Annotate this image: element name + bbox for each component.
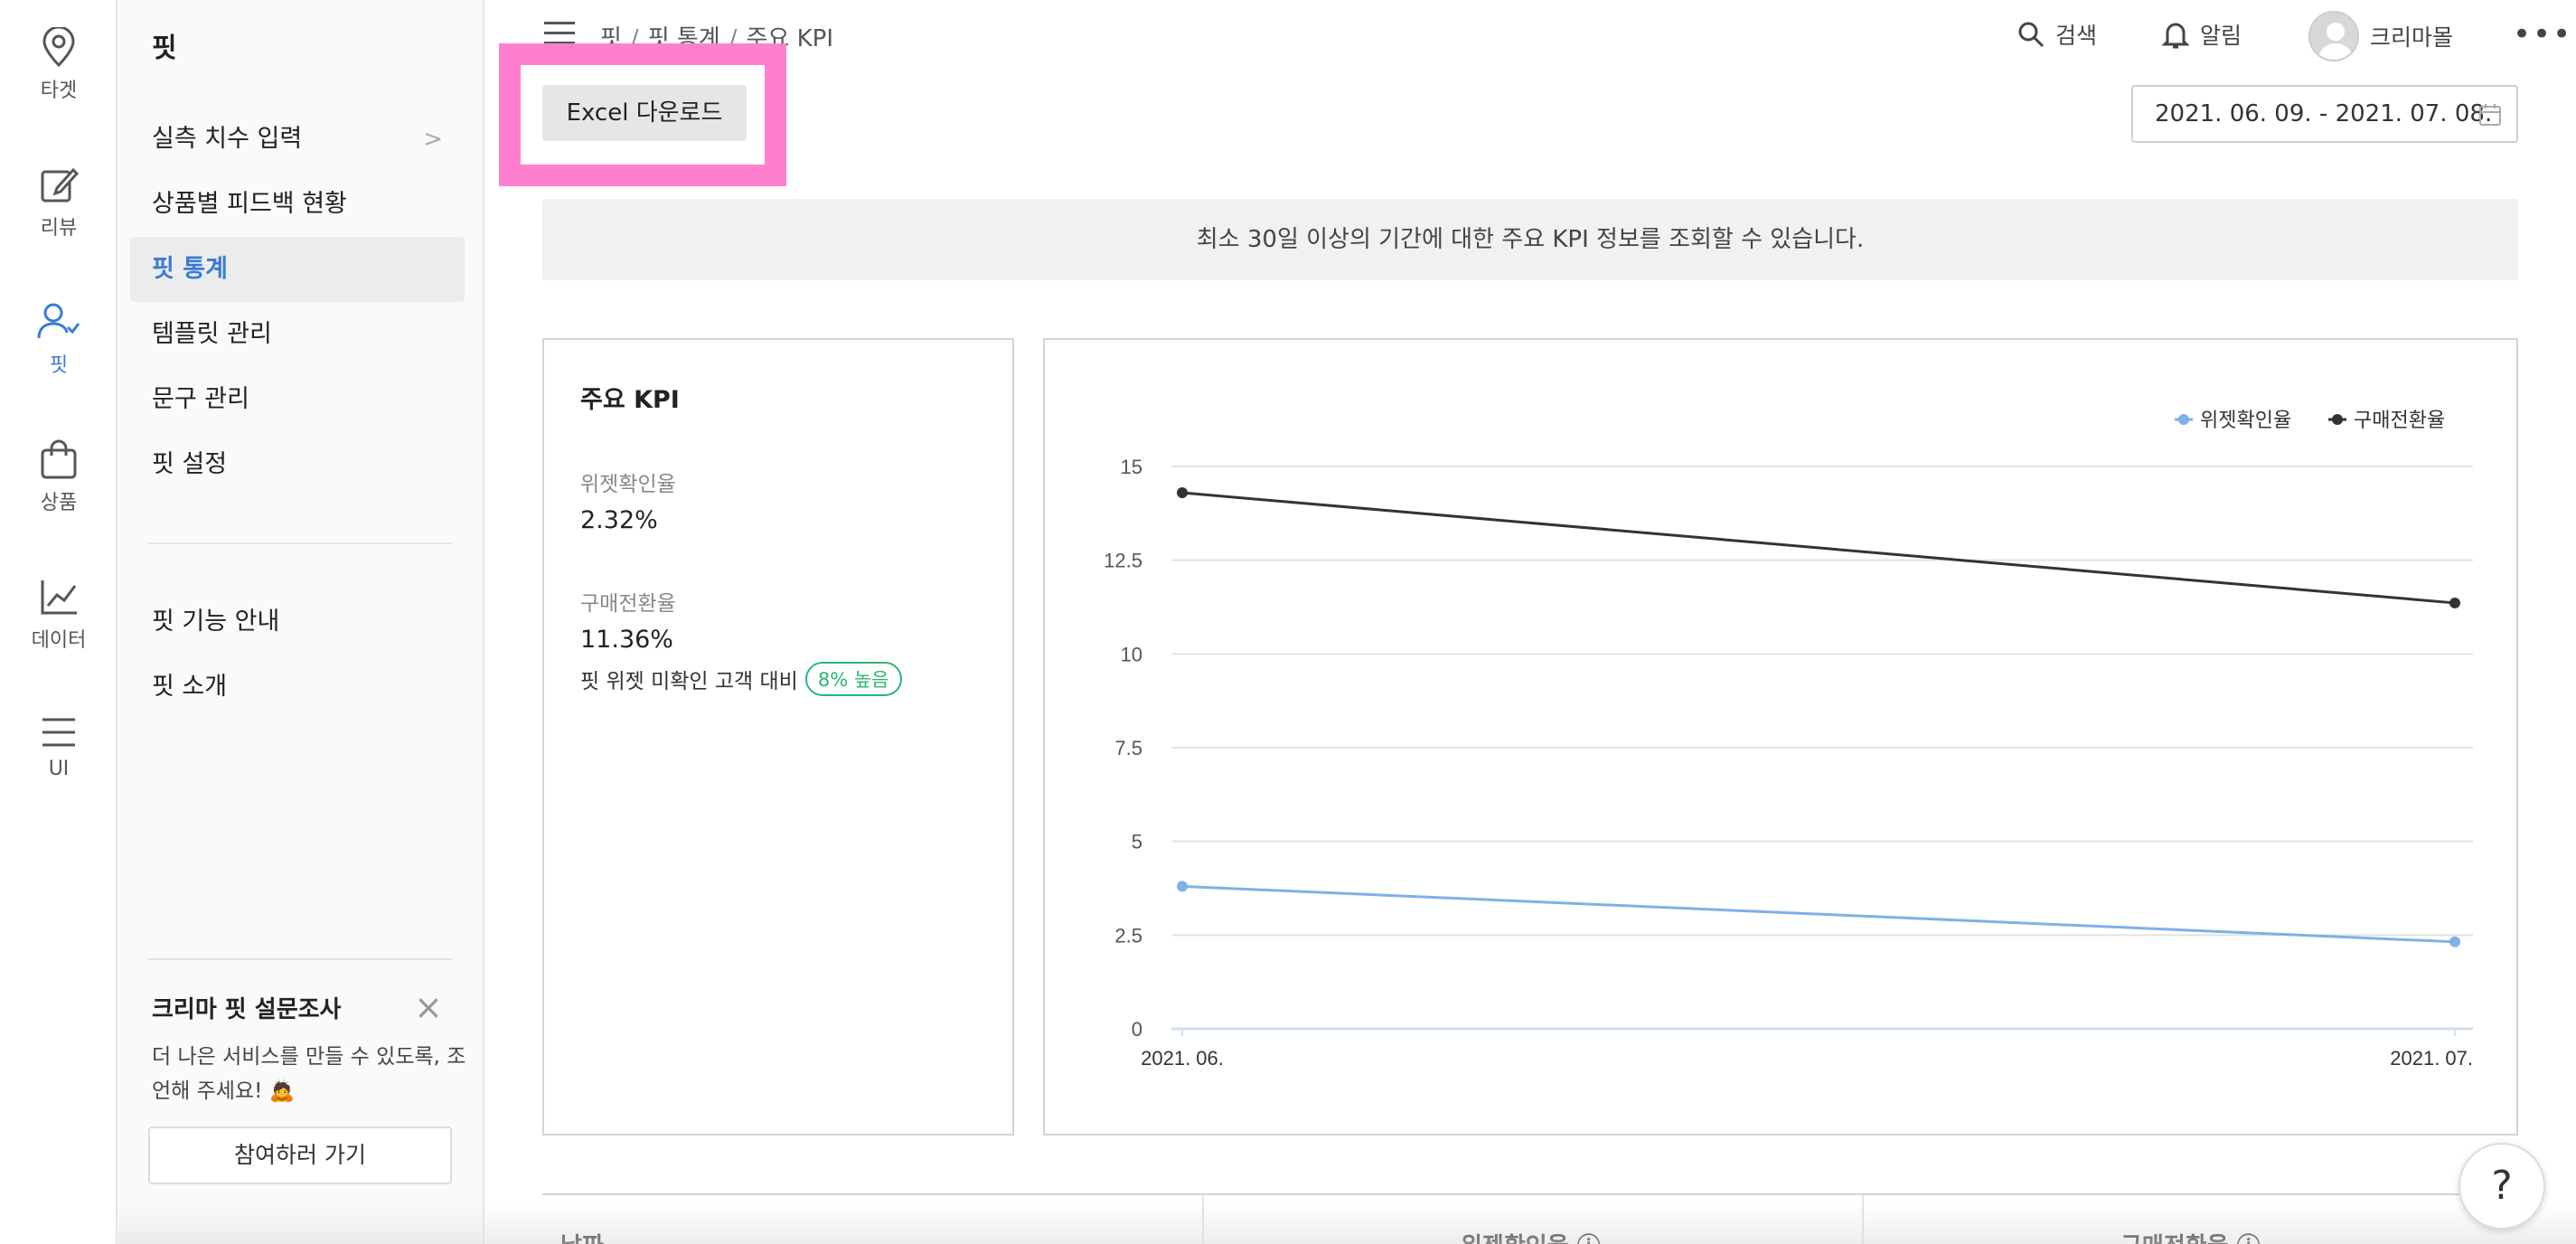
- rail-label: 리뷰: [40, 217, 78, 240]
- menu-icon: [42, 718, 75, 747]
- series-line: [1181, 884, 2456, 944]
- kpi-note: 핏 위젯 미확인 고객 대비 8% 높음: [580, 662, 902, 696]
- chart-svg: 0 2.5 5 7.5 10 12.5 15 2021. 06. 2021. 07. 위젯확인율 구…: [1104, 409, 2473, 1070]
- hamburger-menu-icon[interactable]: [544, 22, 575, 45]
- legend-marker: [2332, 414, 2343, 425]
- table-header-widget-rate: 위젯확인율 ⓘ: [1461, 1228, 1601, 1244]
- nav-item-fit-settings[interactable]: 핏 설정: [130, 432, 465, 497]
- nav-item-fit-guide[interactable]: 핏 기능 안내: [130, 589, 465, 655]
- kpi-summary-card: 주요 KPI 위젯확인율 2.32% 구매전환율 11.36% 핏 위젯 미확인…: [542, 338, 1014, 1136]
- rail-item-target[interactable]: 타겟: [0, 27, 118, 103]
- chevron-right-icon: >: [423, 126, 443, 153]
- close-icon[interactable]: ×: [410, 989, 447, 1025]
- y-tick-label: 15: [1121, 456, 1142, 478]
- conversion-rate-label: 구매전환율: [580, 592, 676, 616]
- table-header-date: 날짜: [560, 1228, 604, 1244]
- survey-title: 크리마 핏 설문조사: [152, 996, 342, 1023]
- nav-item-template[interactable]: 템플릿 관리: [130, 302, 465, 367]
- y-tick-label: 5: [1132, 831, 1142, 853]
- help-button[interactable]: ?: [2458, 1143, 2545, 1230]
- nav-item-label: 핏 소개: [152, 673, 228, 701]
- nav-item-label: 실측 치수 입력: [152, 125, 303, 153]
- search-icon: [2018, 22, 2045, 48]
- nav-item-label: 핏 기능 안내: [152, 608, 280, 636]
- edit-icon: [41, 167, 79, 203]
- more-icon[interactable]: •••: [2513, 16, 2572, 52]
- x-tick-label: 2021. 06.: [1141, 1047, 1224, 1070]
- nav-divider: [148, 958, 452, 960]
- nav-item-label: 문구 관리: [152, 385, 249, 413]
- header-alarm[interactable]: 알림: [2162, 18, 2242, 51]
- rail-item-data[interactable]: 데이터: [0, 577, 118, 653]
- data-point: [1177, 487, 1188, 499]
- header-user[interactable]: 크리마몰: [2308, 11, 2453, 61]
- survey-text: 더 나은 서비스를 만들 수 있도록, 조언해 주세요! 🙇: [152, 1045, 466, 1103]
- rail-item-product[interactable]: 상품: [0, 439, 118, 515]
- legend-marker: [2178, 414, 2189, 425]
- nav-item-label: 상품별 피드백 현황: [152, 190, 347, 218]
- nav-item-measurement-input[interactable]: 실측 치수 입력 >: [130, 107, 465, 172]
- status-badge: 8% 높음: [804, 662, 902, 696]
- y-tick-label: 10: [1121, 643, 1142, 665]
- column-divider: [1202, 1195, 1204, 1244]
- kpi-table: 날짜 위젯확인율 ⓘ 구매전환율 ⓘ: [542, 1193, 2518, 1244]
- location-pin-icon: [42, 27, 75, 67]
- legend-label: 구매전환율: [2354, 409, 2445, 431]
- rail-item-ui[interactable]: UI: [0, 714, 118, 780]
- search-label: 검색: [2055, 23, 2098, 49]
- kpi-line-chart: 0 2.5 5 7.5 10 12.5 15 2021. 06. 2021. 07. 위젯확인율 구…: [1043, 338, 2518, 1136]
- nav-item-label: 템플릿 관리: [152, 320, 272, 348]
- data-point: [1177, 881, 1188, 892]
- nav-item-label: 핏 통계: [152, 255, 228, 283]
- x-tick-label: 2021. 07.: [2390, 1047, 2473, 1070]
- y-tick-label: 2.5: [1114, 924, 1142, 947]
- series-line: [1181, 491, 2456, 605]
- icon-rail: 타겟 리뷰 핏 상품 데이터 UI: [0, 0, 118, 1244]
- widget-rate-value: 2.32%: [580, 506, 658, 534]
- y-tick-label: 12.5: [1104, 550, 1142, 572]
- conversion-rate-value: 11.36%: [580, 626, 673, 654]
- nav-item-product-feedback[interactable]: 상품별 피드백 현황: [130, 172, 465, 237]
- user-check-icon: [37, 303, 80, 339]
- nav-item-fit-statistics[interactable]: 핏 통계: [130, 237, 465, 302]
- table-header-conversion-rate: 구매전환율 ⓘ: [2120, 1228, 2261, 1244]
- nav-item-label: 핏 설정: [152, 450, 228, 478]
- y-tick-label: 0: [1132, 1018, 1142, 1041]
- data-point: [2449, 597, 2460, 608]
- data-point: [2449, 936, 2460, 947]
- shopping-bag-icon: [41, 439, 77, 479]
- column-divider: [1862, 1195, 1864, 1244]
- nav-item-fit-intro[interactable]: 핏 소개: [130, 655, 465, 720]
- alarm-label: 알림: [2200, 23, 2242, 49]
- bell-icon: [2162, 23, 2189, 49]
- rail-label: 타겟: [40, 80, 78, 102]
- nav-item-phrases[interactable]: 문구 관리: [130, 367, 465, 432]
- header-search[interactable]: 검색: [2017, 18, 2097, 51]
- date-range-value: 2021. 06. 09. - 2021. 07. 08.: [2155, 100, 2493, 127]
- user-name: 크리마몰: [2370, 24, 2454, 51]
- widget-rate-label: 위젯확인율: [580, 473, 676, 496]
- legend-label: 위젯확인율: [2200, 409, 2291, 431]
- rail-label: 데이터: [31, 629, 87, 652]
- date-range-picker[interactable]: 2021. 06. 09. - 2021. 07. 08.: [2131, 85, 2518, 143]
- excel-download-button[interactable]: Excel 다운로드: [542, 85, 747, 141]
- calendar-icon: [2479, 104, 2501, 126]
- rail-label: UI: [48, 758, 70, 780]
- subnav-title: 핏: [152, 33, 177, 64]
- rail-label: 핏: [49, 354, 69, 377]
- nav-divider: [148, 542, 452, 544]
- rail-item-review[interactable]: 리뷰: [0, 165, 118, 240]
- info-banner: 최소 30일 이상의 기간에 대한 주요 KPI 정보를 조회할 수 있습니다.: [542, 199, 2518, 280]
- avatar: [2308, 11, 2359, 61]
- line-chart-icon: [41, 580, 77, 615]
- kpi-note-text: 핏 위젯 미확인 고객 대비: [580, 670, 798, 693]
- survey-join-button[interactable]: 참여하러 가기: [148, 1126, 452, 1184]
- rail-label: 상품: [40, 492, 78, 514]
- rail-item-fit[interactable]: 핏: [0, 302, 118, 378]
- kpi-title: 주요 KPI: [580, 386, 680, 414]
- y-tick-label: 7.5: [1114, 737, 1142, 759]
- sub-navigation: 핏 실측 치수 입력 > 상품별 피드백 현황 핏 통계 템플릿 관리 문구 관…: [119, 0, 484, 1244]
